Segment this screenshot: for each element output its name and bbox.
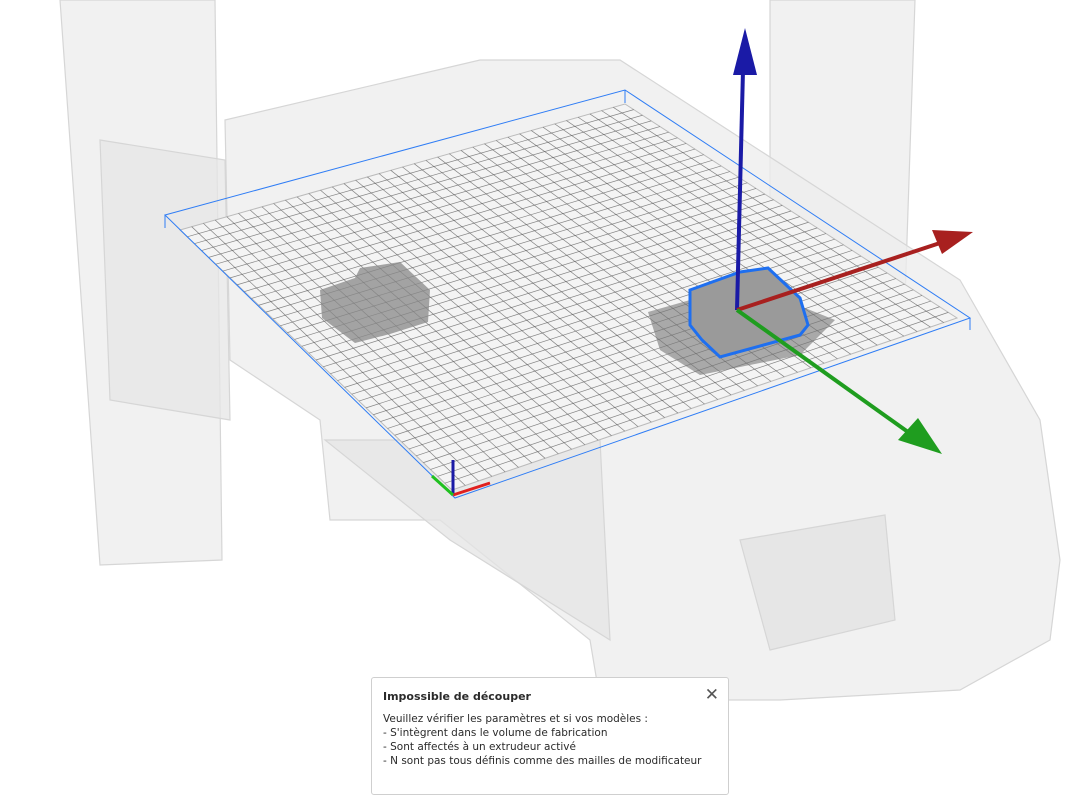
move-z-arrow [733,28,757,75]
message-line: - N sont pas tous définis comme des mail… [383,755,702,767]
message-line: - Sont affectés à un extrudeur activé [383,741,576,753]
message-title: Impossible de découper [383,690,531,703]
message-line: Veuillez vérifier les paramètres et si v… [383,713,648,725]
close-icon[interactable]: ✕ [705,685,719,705]
message-body: Veuillez vérifier les paramètres et si v… [383,712,717,768]
slice-error-message: Impossible de découper Veuillez vérifier… [371,677,729,795]
message-line: - S'intègrent dans le volume de fabricat… [383,727,608,739]
move-x-arrow [932,230,973,254]
